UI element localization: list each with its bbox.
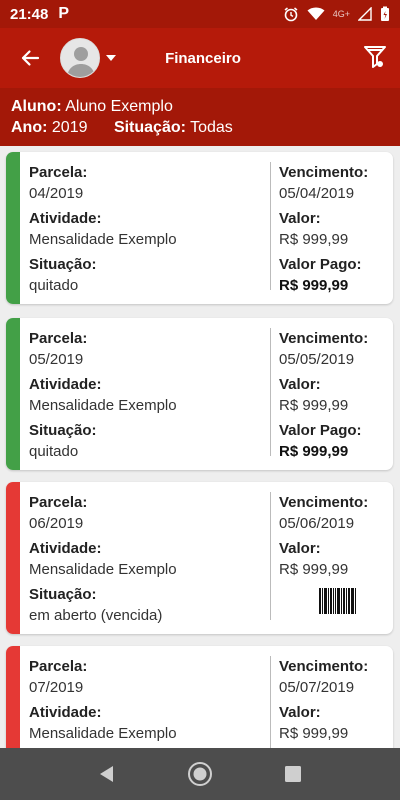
parcela-value: 04/2019 [29,185,84,202]
installment-card[interactable]: Parcela: 04/2019 Atividade: Mensalidade … [6,152,393,304]
circle-home-icon [187,762,212,786]
valor-label: Valor: [279,210,321,227]
user-silhouette-icon [67,47,95,77]
valor-value: R$ 999,99 [279,397,349,414]
student-row: Aluno: Aluno Exemplo [11,96,389,117]
parking-app-icon: P [58,5,70,22]
valor-value: R$ 999,99 [279,231,349,248]
vencimento-value: 05/04/2019 [279,185,355,202]
vencimento-label: Vencimento: [279,330,369,347]
valor-label: Valor: [279,704,321,721]
triangle-back-icon [99,766,113,782]
vencimento-label: Vencimento: [279,164,369,181]
valor-pago-value: R$ 999,99 [279,277,349,294]
arrow-left-icon [21,50,40,66]
parcela-label: Parcela: [29,494,88,511]
atividade-label: Atividade: [29,704,102,721]
atividade-value: Mensalidade Exemplo [29,561,177,578]
situacao-label: Situação: [29,256,97,273]
situacao-value: em aberto (vencida) [29,607,163,624]
nav-recents-button[interactable] [273,754,313,794]
wifi-icon [307,7,325,20]
installment-card[interactable]: Parcela: 07/2019 Atividade: Mensalidade … [6,646,393,748]
profile-selector[interactable] [60,38,116,78]
installments-list[interactable]: Parcela: 04/2019 Atividade: Mensalidade … [0,146,400,748]
student-name: Aluno Exemplo [65,98,173,115]
valor-value: R$ 999,99 [279,725,349,742]
vencimento-value: 05/06/2019 [279,515,355,532]
atividade-value: Mensalidade Exemplo [29,397,177,414]
clock: 21:48 [10,5,49,23]
student-info-header: Aluno: Aluno Exemplo Ano: 2019 Situação:… [0,88,400,146]
status-color-bar [6,646,20,748]
year-label: Ano: [11,119,48,136]
vencimento-label: Vencimento: [279,658,369,675]
year-value: 2019 [51,119,88,136]
avatar [60,38,100,78]
valor-label: Valor: [279,540,321,557]
network-type: 4G+ [332,9,350,19]
filter-button[interactable] [360,42,390,72]
parcela-label: Parcela: [29,330,88,347]
status-color-bar [6,318,20,470]
parcela-value: 05/2019 [29,351,84,368]
battery-icon [381,6,389,21]
nav-back-button[interactable] [87,754,127,794]
valor-pago-label: Valor Pago: [279,422,362,439]
chevron-down-icon [106,55,116,61]
installment-card[interactable]: Parcela: 06/2019 Atividade: Mensalidade … [6,482,393,634]
status-color-bar [6,482,20,634]
installment-card[interactable]: Parcela: 05/2019 Atividade: Mensalidade … [6,318,393,470]
atividade-label: Atividade: [29,540,102,557]
atividade-value: Mensalidade Exemplo [29,231,177,248]
vencimento-value: 05/07/2019 [279,679,355,696]
alarm-icon [284,7,298,22]
back-button[interactable] [0,28,60,88]
nav-home-button[interactable] [180,754,220,794]
situacao-value: quitado [29,443,79,460]
square-recents-icon [285,766,302,782]
atividade-label: Atividade: [29,376,102,393]
app-toolbar: Financeiro [0,28,400,88]
parcela-label: Parcela: [29,658,88,675]
valor-pago-value: R$ 999,99 [279,443,349,460]
status-color-bar [6,152,20,304]
barcode-button[interactable] [319,588,390,614]
status-bar: 21:48 P 4G+ [0,0,400,28]
situacao-label: Situação: [29,586,97,603]
year-status-row: Ano: 2019 Situação: Todas [11,117,389,138]
vencimento-label: Vencimento: [279,494,369,511]
student-label: Aluno: [11,98,62,115]
atividade-value: Mensalidade Exemplo [29,725,177,742]
system-nav-bar [0,748,400,800]
parcela-label: Parcela: [29,164,88,181]
status-filter-value: Todas [190,119,233,136]
valor-label: Valor: [279,376,321,393]
situacao-value: quitado [29,277,79,294]
parcela-value: 07/2019 [29,679,84,696]
situacao-label: Situação: [29,422,97,439]
filter-icon [364,46,386,68]
status-filter-label: Situação: [113,119,186,136]
signal-icon [358,7,372,21]
valor-pago-label: Valor Pago: [279,256,362,273]
vencimento-value: 05/05/2019 [279,351,355,368]
valor-value: R$ 999,99 [279,561,349,578]
atividade-label: Atividade: [29,210,102,227]
parcela-value: 06/2019 [29,515,84,532]
